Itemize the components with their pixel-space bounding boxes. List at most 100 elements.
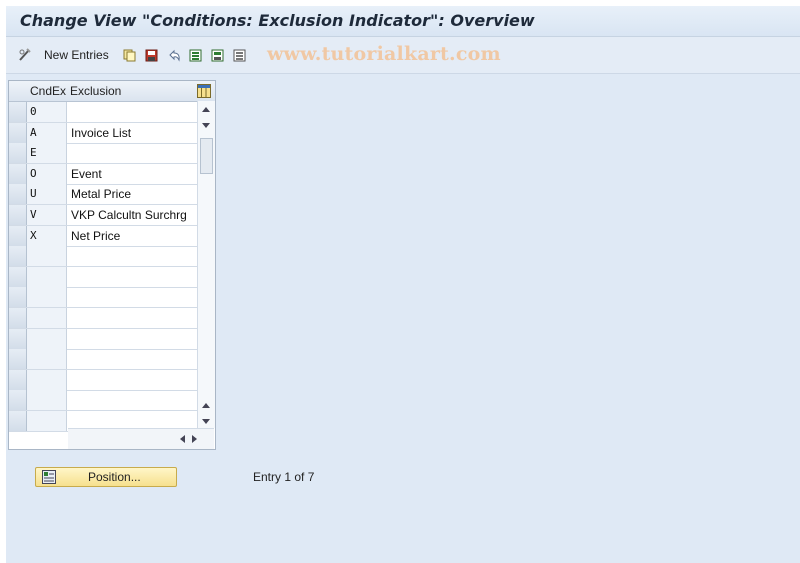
table-row[interactable]: V VKP Calcultn Surchrg xyxy=(9,205,197,226)
cell-cndex xyxy=(27,287,67,308)
cell-cndex xyxy=(27,266,67,287)
row-selector[interactable] xyxy=(9,205,27,225)
table-row[interactable]: 0 xyxy=(9,102,197,123)
cell-cndex xyxy=(27,308,67,328)
deselect-all-button[interactable] xyxy=(233,37,246,73)
column-settings-icon[interactable] xyxy=(197,84,211,98)
title-bar: Change View "Conditions: Exclusion Indic… xyxy=(6,6,800,37)
cell-cndex xyxy=(27,369,67,390)
cell-exclusion[interactable] xyxy=(68,349,197,369)
table-row[interactable] xyxy=(9,266,197,288)
cell-exclusion[interactable]: VKP Calcultn Surchrg xyxy=(68,205,197,225)
cell-exclusion[interactable] xyxy=(68,390,197,410)
scroll-right-arrow-icon[interactable] xyxy=(192,435,197,443)
scroll-page-up-arrow-icon[interactable] xyxy=(202,123,210,128)
cell-cndex: X xyxy=(27,225,67,246)
select-block-button[interactable] xyxy=(211,37,224,73)
table-header: CndEx Exclusion xyxy=(9,81,215,102)
cell-cndex xyxy=(27,349,67,370)
row-selector[interactable] xyxy=(9,143,27,164)
scroll-up-arrow-icon[interactable] xyxy=(202,107,210,112)
cell-exclusion[interactable]: Net Price xyxy=(68,226,197,246)
entry-status: Entry 1 of 7 xyxy=(253,470,315,484)
row-selector[interactable] xyxy=(9,225,27,246)
table-row[interactable]: X Net Price xyxy=(9,225,197,247)
cell-exclusion[interactable] xyxy=(68,308,197,328)
table-row[interactable]: A Invoice List xyxy=(9,122,197,144)
position-button[interactable]: Position... xyxy=(35,467,177,487)
cell-cndex: E xyxy=(27,143,67,164)
cell-cndex xyxy=(27,328,67,349)
row-selector[interactable] xyxy=(9,349,27,370)
change-display-button[interactable] xyxy=(18,37,32,73)
cell-cndex: V xyxy=(27,205,67,225)
cell-cndex: O xyxy=(27,163,67,184)
save-icon xyxy=(145,49,158,61)
horizontal-scrollbar[interactable] xyxy=(68,428,214,449)
cell-exclusion[interactable] xyxy=(68,370,197,390)
column-header-cndex[interactable]: CndEx xyxy=(30,84,66,98)
cell-exclusion[interactable] xyxy=(68,246,197,266)
table-row[interactable] xyxy=(9,369,197,391)
row-selector[interactable] xyxy=(9,390,27,411)
table-row[interactable] xyxy=(9,349,197,371)
copy-button[interactable] xyxy=(123,37,136,73)
cell-exclusion[interactable] xyxy=(68,287,197,307)
row-selector[interactable] xyxy=(9,287,27,308)
save-button[interactable] xyxy=(145,37,158,73)
row-selector[interactable] xyxy=(9,163,27,184)
scroll-left-arrow-icon[interactable] xyxy=(180,435,185,443)
row-selector[interactable] xyxy=(9,266,27,287)
page-title: Change View "Conditions: Exclusion Indic… xyxy=(20,11,535,30)
undo-button[interactable] xyxy=(167,37,181,73)
table-row[interactable]: O Event xyxy=(9,163,197,185)
sap-window: Change View "Conditions: Exclusion Indic… xyxy=(6,6,800,563)
cell-cndex xyxy=(27,246,67,267)
cell-exclusion[interactable] xyxy=(68,143,197,163)
cell-cndex xyxy=(27,411,67,431)
row-selector[interactable] xyxy=(9,246,27,267)
copy-icon xyxy=(123,49,136,61)
table-row[interactable] xyxy=(9,246,197,268)
select-all-button[interactable] xyxy=(189,37,202,73)
watermark: www.tutorialkart.com xyxy=(267,43,501,65)
table-row[interactable] xyxy=(9,287,197,309)
scroll-down-arrow-icon[interactable] xyxy=(202,419,210,424)
row-selector[interactable] xyxy=(9,328,27,349)
select-all-icon xyxy=(189,49,202,61)
cell-exclusion[interactable] xyxy=(68,329,197,349)
cell-exclusion[interactable] xyxy=(68,102,197,122)
deselect-all-icon xyxy=(233,49,246,61)
table-row[interactable]: U Metal Price xyxy=(9,184,197,206)
cell-cndex: 0 xyxy=(27,102,67,122)
new-entries-label: New Entries xyxy=(44,48,109,62)
cell-cndex: U xyxy=(27,184,67,205)
vertical-scrollbar[interactable] xyxy=(197,101,215,428)
cell-exclusion[interactable]: Metal Price xyxy=(68,184,197,204)
row-selector[interactable] xyxy=(9,411,27,431)
position-button-label: Position... xyxy=(88,470,141,484)
table-row[interactable]: E xyxy=(9,143,197,165)
new-entries-button[interactable]: New Entries xyxy=(44,37,109,73)
row-selector[interactable] xyxy=(9,122,27,143)
pencil-glasses-icon xyxy=(19,48,31,61)
row-selector[interactable] xyxy=(9,369,27,390)
cell-cndex: A xyxy=(27,122,67,143)
cell-exclusion[interactable] xyxy=(68,267,197,287)
column-header-exclusion[interactable]: Exclusion xyxy=(70,84,121,98)
scroll-page-down-arrow-icon[interactable] xyxy=(202,403,210,408)
cell-exclusion[interactable]: Event xyxy=(68,164,197,184)
select-block-icon xyxy=(211,49,224,61)
row-selector[interactable] xyxy=(9,184,27,205)
cell-exclusion[interactable]: Invoice List xyxy=(68,123,197,143)
table-row[interactable] xyxy=(9,390,197,412)
position-icon xyxy=(42,470,56,484)
row-selector[interactable] xyxy=(9,308,27,328)
table-row[interactable] xyxy=(9,308,197,329)
scroll-thumb[interactable] xyxy=(200,138,213,174)
cell-cndex xyxy=(27,390,67,411)
table-control: CndEx Exclusion 0 A Invoice List E O Event U Me… xyxy=(8,80,216,450)
row-selector[interactable] xyxy=(9,102,27,122)
table-row[interactable] xyxy=(9,328,197,350)
undo-icon xyxy=(169,49,180,62)
